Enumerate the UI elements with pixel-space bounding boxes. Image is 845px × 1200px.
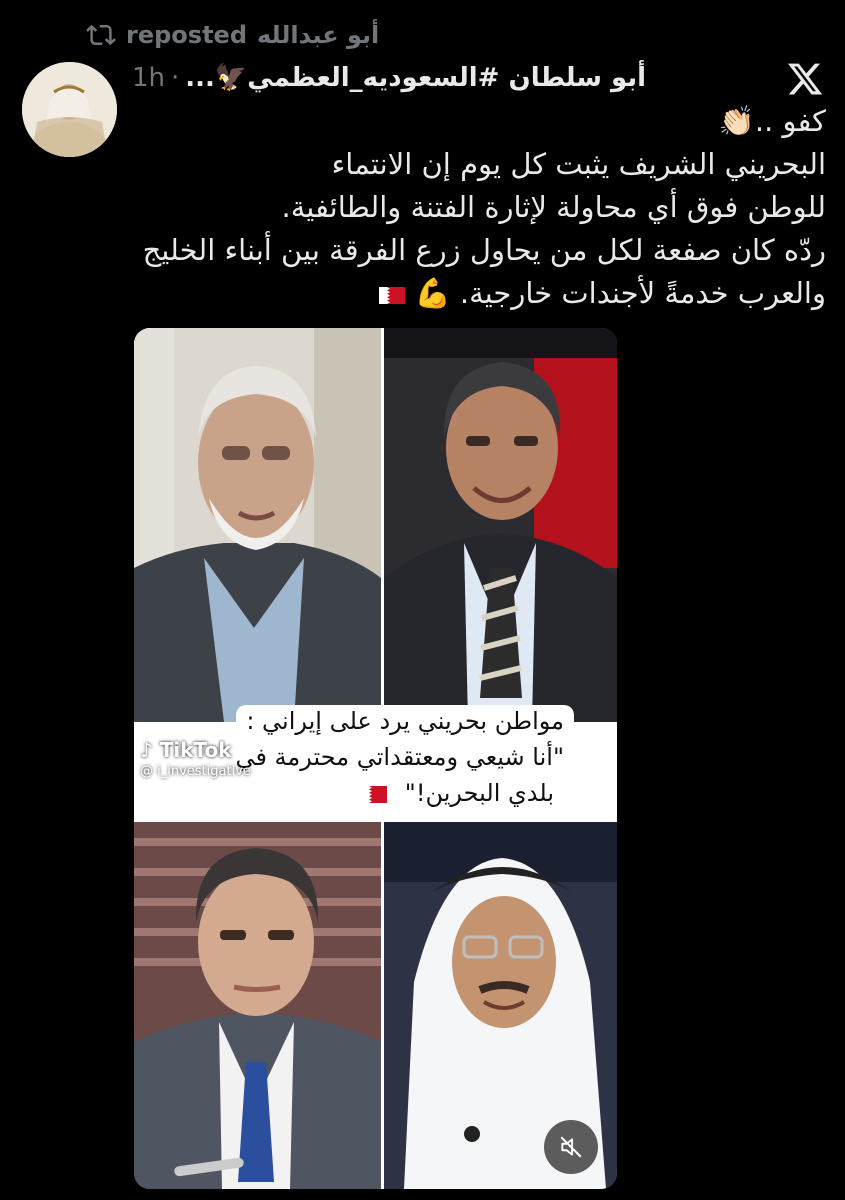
post-text-line: البحريني الشريف يثبت كل يوم إن الانتماء bbox=[331, 147, 826, 181]
post-text-line-last: والعرب خدمةً لأجندات خارجية. 💪 bbox=[120, 272, 826, 315]
reposter-name[interactable]: أبو عبدالله bbox=[257, 21, 379, 49]
caption-line: "أنا شيعي ومعتقداتي محترمة في bbox=[225, 741, 574, 773]
repost-label: reposted bbox=[126, 21, 247, 49]
x-logo-icon[interactable] bbox=[786, 60, 824, 98]
post-text: كفو ..👏🏻 البحريني الشريف يثبت كل يوم إن … bbox=[120, 100, 826, 315]
mute-button[interactable] bbox=[544, 1120, 598, 1174]
speaker-muted-icon bbox=[560, 1136, 582, 1158]
caption-line-last: بلدي البحرين!" bbox=[351, 777, 574, 809]
tiktok-watermark: ♪ TikTok @ i_investigative bbox=[140, 738, 251, 779]
post-header: 1h · أبو سلطان #السعوديه_العظمي🦅... bbox=[132, 58, 646, 98]
caption-line: مواطن بحريني يرد على إيراني : bbox=[236, 705, 574, 737]
avatar[interactable] bbox=[22, 62, 117, 157]
tiktok-brand: TikTok bbox=[159, 738, 232, 762]
post-text-line: للوطن فوق أي محاولة لإثارة الفتنة والطائ… bbox=[281, 190, 826, 224]
tiktok-logo-icon: ♪ bbox=[140, 738, 153, 762]
video-player[interactable]: مواطن بحريني يرد على إيراني : "أنا شيعي … bbox=[134, 328, 617, 1189]
bahrain-flag-icon bbox=[379, 286, 406, 304]
author-name[interactable]: أبو سلطان #السعوديه_العظمي🦅... bbox=[185, 63, 646, 93]
repost-icon bbox=[86, 24, 116, 46]
post-text-line: كفو ..👏🏻 bbox=[718, 104, 826, 138]
tiktok-handle: @ i_investigative bbox=[140, 764, 251, 779]
post-text-line: ردّه كان صفعة لكل من يحاول زرع الفرقة بي… bbox=[142, 233, 826, 267]
repost-bar: reposted أبو عبدالله bbox=[86, 18, 379, 52]
separator-dot: · bbox=[171, 63, 180, 93]
video-panel-bottom-left bbox=[134, 822, 381, 1189]
post-time[interactable]: 1h bbox=[132, 63, 165, 93]
video-panel-top-right bbox=[384, 328, 617, 722]
bahrain-flag-icon bbox=[361, 785, 388, 803]
video-panel-top-left bbox=[134, 328, 381, 722]
